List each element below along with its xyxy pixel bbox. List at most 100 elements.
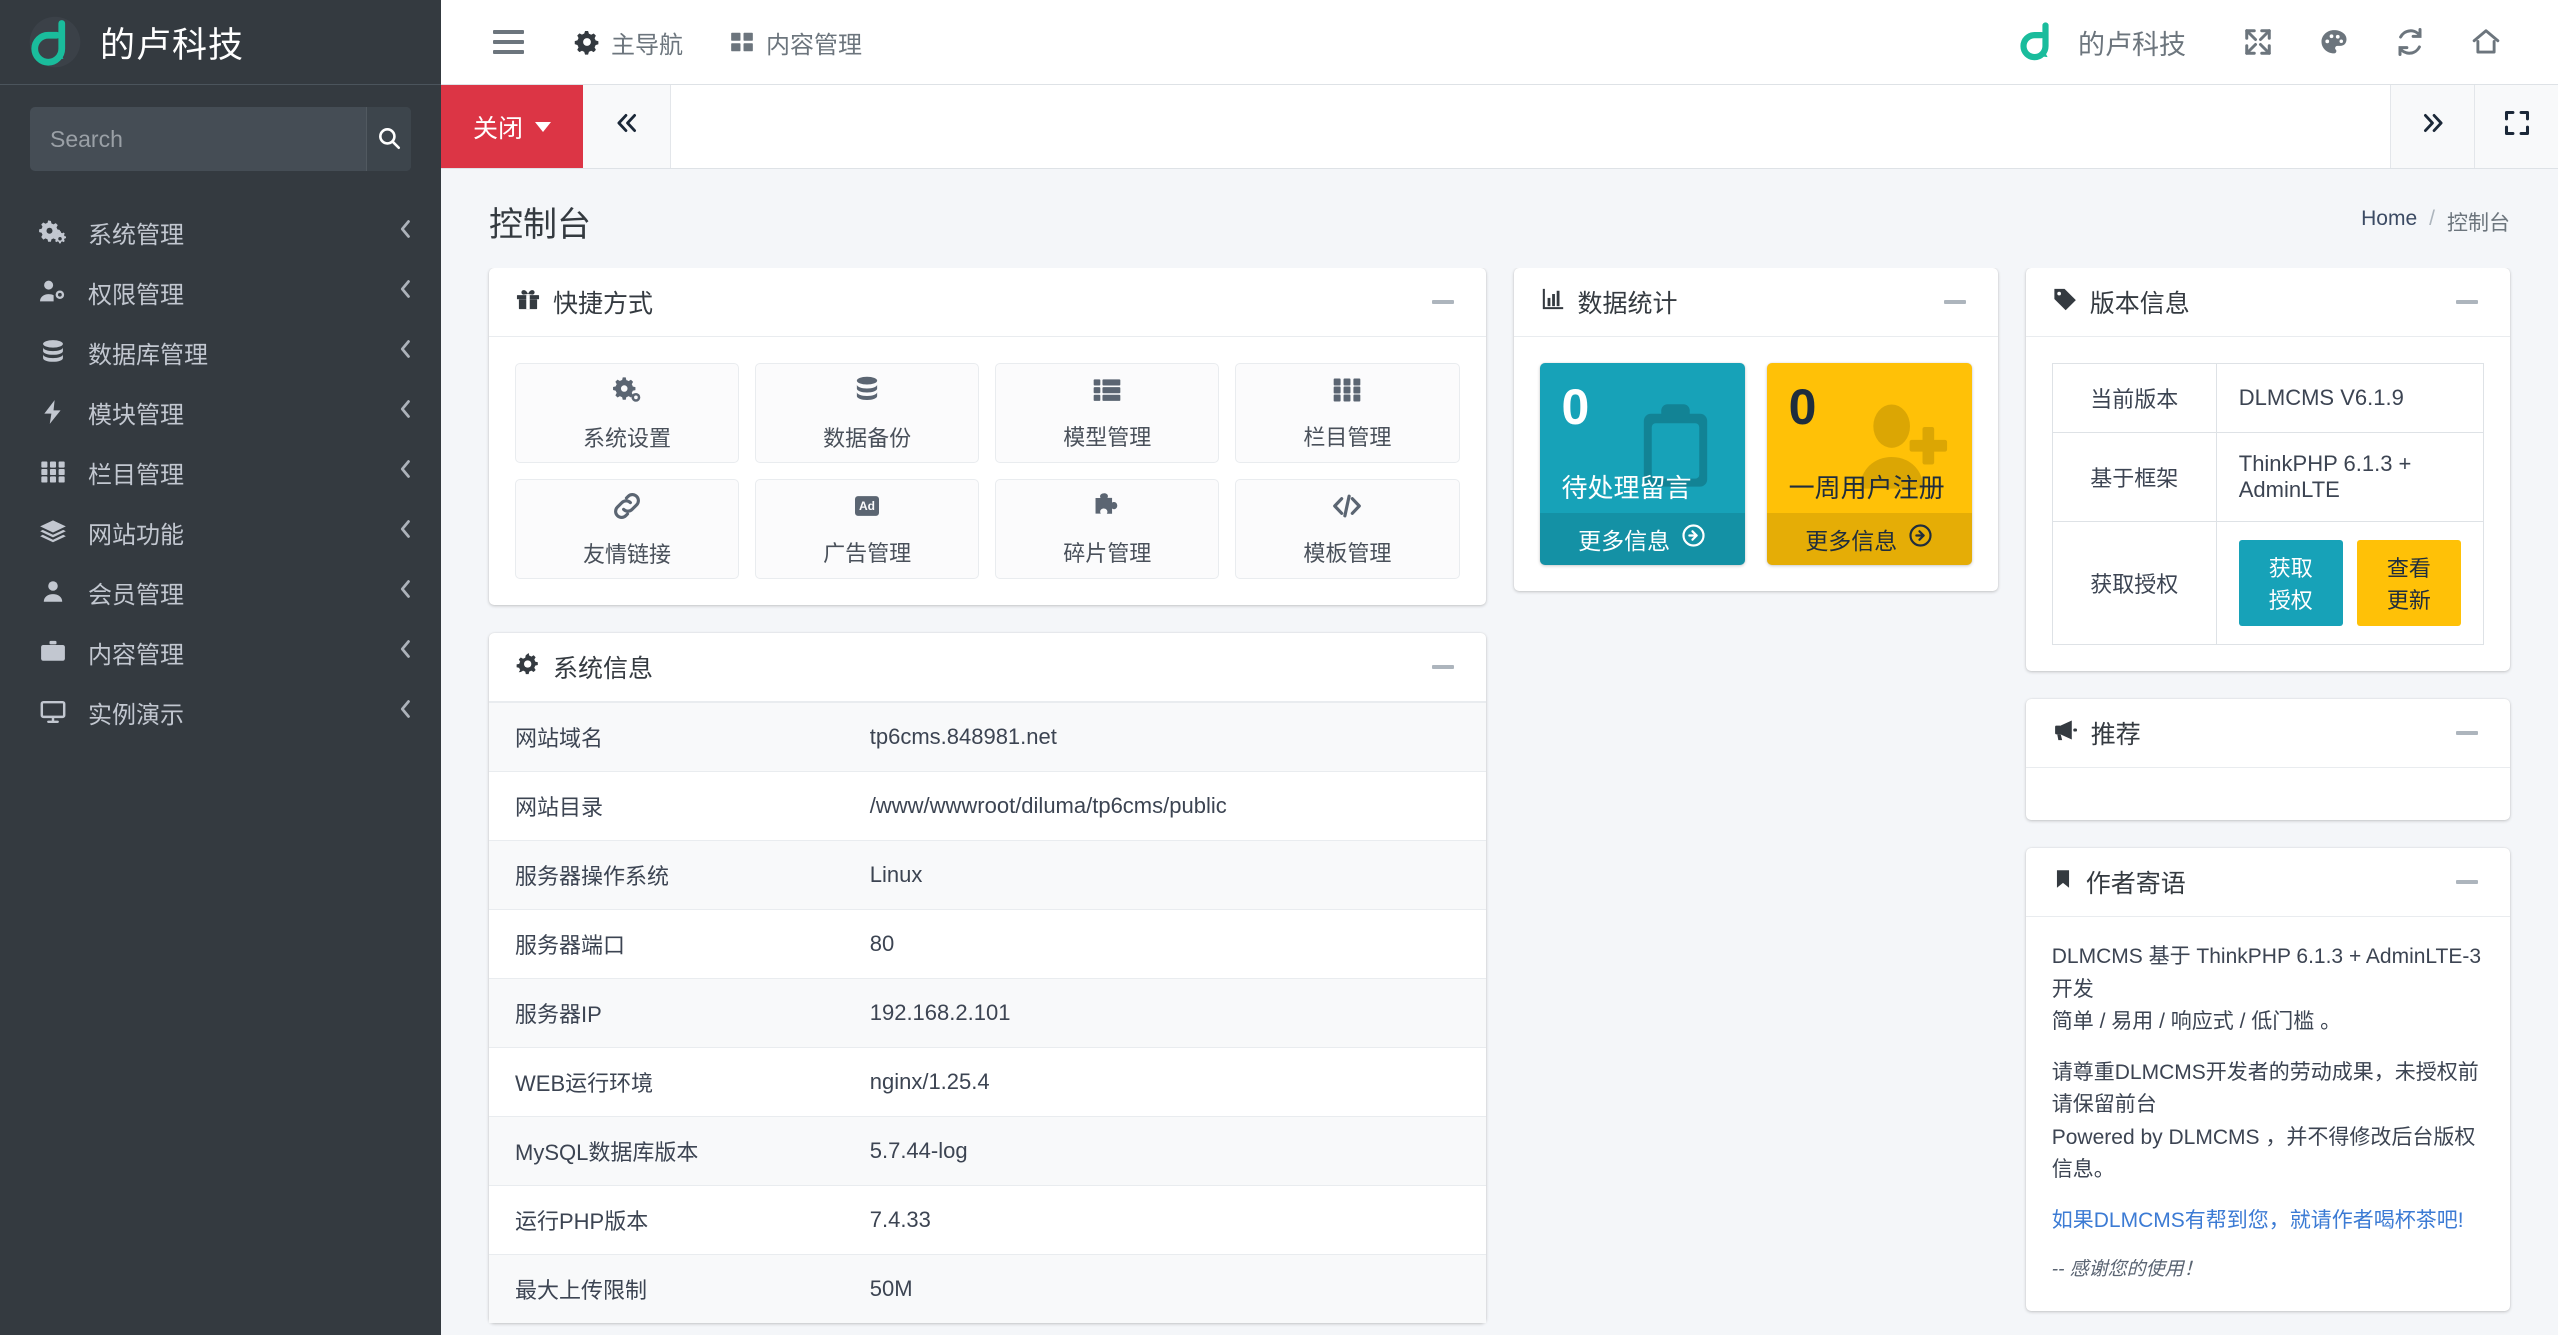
sysinfo-collapse-button[interactable] — [1426, 659, 1460, 675]
chevron-left-icon — [399, 699, 413, 725]
minus-icon — [1431, 665, 1454, 669]
desktop-icon — [32, 698, 74, 726]
author-collapse-button[interactable] — [2450, 874, 2484, 890]
sidebar: 的卢科技 Search 系统管理 权限管理 数据库管理 模块管理 栏目管理 网站… — [0, 0, 441, 1335]
shortcut-tile-template-management[interactable]: 模板管理 — [1235, 479, 1460, 579]
breadcrumb-home[interactable]: Home — [2361, 207, 2417, 237]
author-donate-link[interactable]: 如果DLMCMS有帮到您，就请作者喝杯茶吧! — [2052, 1209, 2464, 1232]
topnav-link-label: 主导航 — [611, 31, 683, 59]
search-box — [30, 107, 411, 171]
sidebar-item-demo[interactable]: 实例演示 — [12, 689, 429, 735]
stats-collapse-button[interactable] — [1938, 294, 1972, 310]
stat-box-pending-messages[interactable]: 0 待处理留言 更多信息 — [1539, 363, 1745, 565]
sysinfo-card-header: 系统信息 — [489, 633, 1486, 702]
shortcut-tile-friendly-links[interactable]: 友情链接 — [515, 479, 740, 579]
close-tabs-label: 关闭 — [473, 114, 524, 143]
table-row: 获取授权 获取授权 查看更新 — [2051, 521, 2485, 645]
version-title-label: 版本信息 — [2089, 290, 2190, 318]
gear-icon — [515, 651, 541, 684]
sidebar-item-site-function[interactable]: 网站功能 — [12, 509, 429, 555]
search-button[interactable] — [366, 107, 411, 171]
topnav-main-nav[interactable]: 主导航 — [574, 25, 683, 60]
topbar-brand[interactable]: 的卢科技 — [2018, 20, 2186, 64]
author-paragraph-3: 如果DLMCMS有帮到您，就请作者喝杯茶吧! — [2052, 1205, 2484, 1238]
shortcut-tile-model-management[interactable]: 模型管理 — [995, 363, 1220, 463]
gear-icon — [574, 29, 600, 55]
check-update-button[interactable]: 查看更新 — [2356, 540, 2461, 626]
shortcut-tile-column-management[interactable]: 栏目管理 — [1235, 363, 1460, 463]
shortcut-tile-system-settings[interactable]: 系统设置 — [515, 363, 740, 463]
recommend-card-body — [2026, 768, 2510, 820]
close-tabs-dropdown[interactable]: 关闭 — [441, 85, 584, 168]
topnav-content-management[interactable]: 内容管理 — [729, 25, 862, 60]
shortcuts-collapse-button[interactable] — [1426, 294, 1460, 310]
author-line-4: Powered by DLMCMS ，并不得修改后台版权信息。 — [2051, 1125, 2476, 1182]
table-row: 服务器端口 80 — [489, 909, 1486, 979]
version-card: 版本信息 当前版本 DLMCMS V6.1.9 基于框架 ThinkPHP 6.… — [2025, 268, 2510, 671]
sidebar-item-content-management[interactable]: 内容管理 — [12, 629, 429, 675]
shortcut-tile-data-backup[interactable]: 数据备份 — [755, 363, 980, 463]
sysinfo-value: /www/wwwroot/diluma/tp6cms/public — [847, 771, 1486, 841]
shortcut-tile-ad-management[interactable]: Ad 广告管理 — [755, 479, 980, 579]
expand-arrows-icon[interactable] — [2220, 12, 2296, 72]
stat-more-link[interactable]: 更多信息 — [1539, 512, 1745, 565]
content-middle-column: 数据统计 0 待处理留言 更多信息 0 一周用户注册 更多信息 — [1513, 268, 1998, 591]
shortcut-label: 碎片管理 — [1063, 541, 1152, 566]
tabs-strip — [671, 85, 2390, 168]
author-paragraph-2: 请尊重DLMCMS开发者的劳动成果，未授权前请保留前台 Powered by D… — [2052, 1057, 2484, 1187]
sidebar-item-member-management[interactable]: 会员管理 — [12, 569, 429, 615]
stats-card-body: 0 待处理留言 更多信息 0 一周用户注册 更多信息 — [1514, 337, 1998, 591]
sysinfo-key: 服务器IP — [489, 978, 848, 1048]
chevron-left-icon — [399, 579, 413, 605]
chevron-left-icon — [399, 399, 413, 425]
shortcut-label: 模板管理 — [1303, 541, 1392, 566]
refresh-icon[interactable] — [2372, 12, 2448, 72]
version-card-header: 版本信息 — [2025, 268, 2510, 337]
sidebar-item-column-management[interactable]: 栏目管理 — [12, 449, 429, 495]
stats-card-header: 数据统计 — [1513, 268, 1998, 337]
shortcut-tile-fragment-management[interactable]: 碎片管理 — [995, 479, 1220, 579]
sidebar-search — [0, 85, 441, 185]
sidebar-item-permission-management[interactable]: 权限管理 — [12, 269, 429, 315]
diluma-d-logo-icon — [2018, 20, 2062, 64]
palette-icon[interactable] — [2296, 12, 2372, 72]
search-input[interactable] — [30, 107, 366, 171]
sidebar-item-system-management[interactable]: 系统管理 — [12, 209, 429, 255]
breadcrumb-separator: / — [2429, 206, 2435, 230]
sidebar-brand[interactable]: 的卢科技 — [0, 0, 441, 85]
stat-more-link[interactable]: 更多信息 — [1766, 512, 1972, 565]
stats-card: 数据统计 0 待处理留言 更多信息 0 一周用户注册 更多信息 — [1513, 268, 1998, 591]
version-collapse-button[interactable] — [2450, 294, 2484, 310]
stat-box-weekly-registrations[interactable]: 0 一周用户注册 更多信息 — [1766, 363, 1972, 565]
topbar-right: 的卢科技 — [2018, 12, 2524, 72]
hamburger-icon[interactable] — [489, 24, 528, 60]
sysinfo-value: nginx/1.25.4 — [847, 1047, 1486, 1117]
angle-double-left-icon — [612, 110, 642, 143]
tabs-scroll-left-button[interactable] — [583, 85, 672, 168]
chevron-left-icon — [399, 519, 413, 545]
get-license-button[interactable]: 获取授权 — [2238, 540, 2343, 626]
sysinfo-key: MySQL数据库版本 — [489, 1116, 848, 1186]
tabbar: 关闭 — [441, 85, 2558, 169]
sidebar-item-label: 内容管理 — [88, 641, 184, 669]
recommend-title-label: 推荐 — [2090, 721, 2141, 749]
sysinfo-key: 服务器端口 — [489, 909, 848, 979]
table-row: 最大上传限制 50M — [489, 1254, 1486, 1323]
fullscreen-button[interactable] — [2474, 85, 2558, 168]
home-icon[interactable] — [2448, 12, 2524, 72]
sidebar-item-module-management[interactable]: 模块管理 — [12, 389, 429, 435]
angle-double-right-icon — [2418, 110, 2448, 143]
sidebar-item-database-management[interactable]: 数据库管理 — [12, 329, 429, 375]
code-icon — [1329, 490, 1365, 527]
sysinfo-table: 网站域名 tp6cms.848981.net 网站目录 /www/wwwroot… — [489, 702, 1486, 1323]
breadcrumb-current: 控制台 — [2447, 211, 2510, 235]
author-card-title: 作者寄语 — [2052, 864, 2186, 900]
user-icon — [32, 578, 74, 606]
table-row: 运行PHP版本 7.4.33 — [489, 1185, 1486, 1255]
sidebar-item-label: 数据库管理 — [88, 341, 208, 369]
shortcut-label: 系统设置 — [583, 426, 672, 451]
stat-box-content: 0 一周用户注册 — [1767, 363, 1972, 513]
shortcut-label: 栏目管理 — [1303, 425, 1392, 450]
recommend-collapse-button[interactable] — [2450, 725, 2484, 741]
tabs-scroll-right-button[interactable] — [2390, 85, 2474, 168]
